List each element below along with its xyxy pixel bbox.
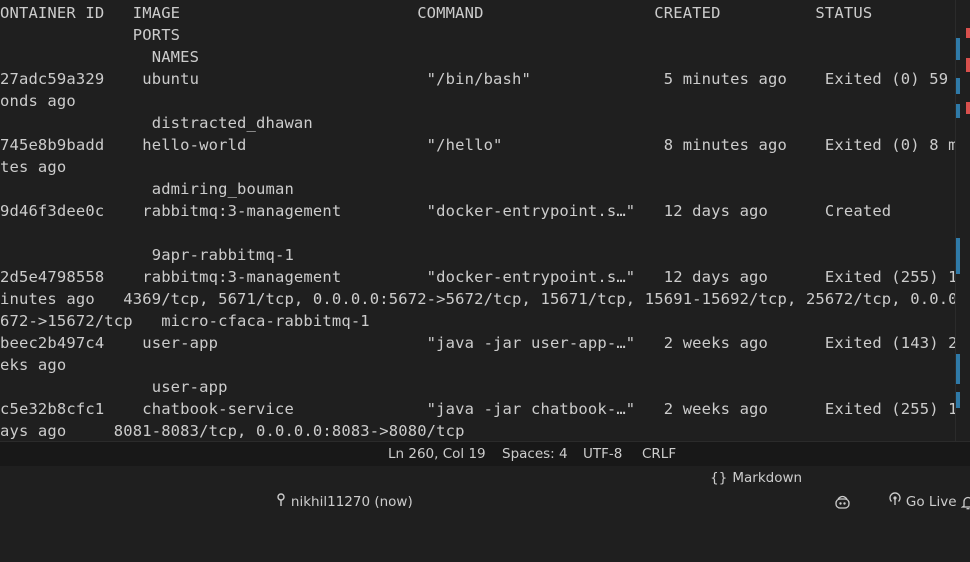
terminal-line: NAMES [0, 48, 200, 66]
terminal-line: 9apr-rabbitmq-1 [0, 246, 294, 264]
ruler-marker [956, 104, 960, 118]
overview-ruler[interactable] [955, 0, 970, 441]
terminal-line: ONTAINER ID IMAGE COMMAND CREATED STATUS [0, 4, 873, 22]
terminal-line: 2d5e4798558 rabbitmq:3-management "docke… [0, 268, 955, 286]
ruler-marker [956, 354, 960, 384]
terminal-line: tes ago [0, 158, 67, 176]
status-bar: nikhil11270 (now) Ln 260, Col 19 Spaces:… [0, 441, 970, 510]
terminal-line: admiring_bouman [0, 180, 294, 198]
terminal-line: inutes ago 4369/tcp, 5671/tcp, 0.0.0.0:5… [0, 290, 955, 308]
ruler-marker [956, 392, 960, 408]
git-commit-icon [249, 466, 287, 538]
line-ending-item[interactable]: CRLF [642, 442, 676, 466]
git-user-label: nikhil11270 (now) [290, 494, 413, 510]
terminal-line: eks ago [0, 356, 67, 374]
terminal-line: 27adc59a329 ubuntu "/bin/bash" 5 minutes… [0, 70, 955, 88]
git-blame-item[interactable]: nikhil11270 (now) [232, 442, 413, 510]
braces-icon: {} [710, 470, 728, 486]
ruler-marker [966, 58, 970, 72]
encoding-item[interactable]: UTF-8 [583, 442, 622, 466]
notifications-item[interactable] [935, 442, 970, 509]
copilot-icon [808, 494, 851, 534]
terminal-line: PORTS [0, 26, 181, 44]
terminal-line: distracted_dhawan [0, 114, 313, 132]
ruler-marker [956, 78, 960, 94]
terminal-line: beec2b497c4 user-app "java -jar user-app… [0, 334, 955, 352]
terminal-line: user-app [0, 378, 228, 396]
cursor-position-item[interactable]: Ln 260, Col 19 [388, 442, 486, 466]
terminal-line: c5e32b8cfc1 chatbook-service "java -jar … [0, 400, 955, 418]
language-mode-item[interactable]: {} Markdown [693, 442, 802, 486]
ruler-marker [956, 238, 960, 274]
language-label: Markdown [732, 470, 803, 486]
ruler-marker [966, 102, 970, 114]
terminal-line: ays ago 8081-8083/tcp, 0.0.0.0:8083->808… [0, 422, 465, 440]
terminal-line: 9d46f3dee0c rabbitmq:3-management "docke… [0, 202, 892, 220]
bell-icon [935, 494, 970, 534]
terminal-line: 745e8b9badd hello-world "/hello" 8 minut… [0, 136, 955, 154]
broadcast-icon [862, 466, 902, 538]
indentation-item[interactable]: Spaces: 4 [502, 442, 568, 466]
terminal-line: onds ago [0, 92, 76, 110]
terminal-output[interactable]: ONTAINER ID IMAGE COMMAND CREATED STATUS… [0, 0, 955, 441]
terminal-line: 672->15672/tcp micro-cfaca-rabbitmq-1 [0, 312, 370, 330]
ruler-marker [956, 38, 960, 60]
ruler-marker [966, 28, 970, 38]
